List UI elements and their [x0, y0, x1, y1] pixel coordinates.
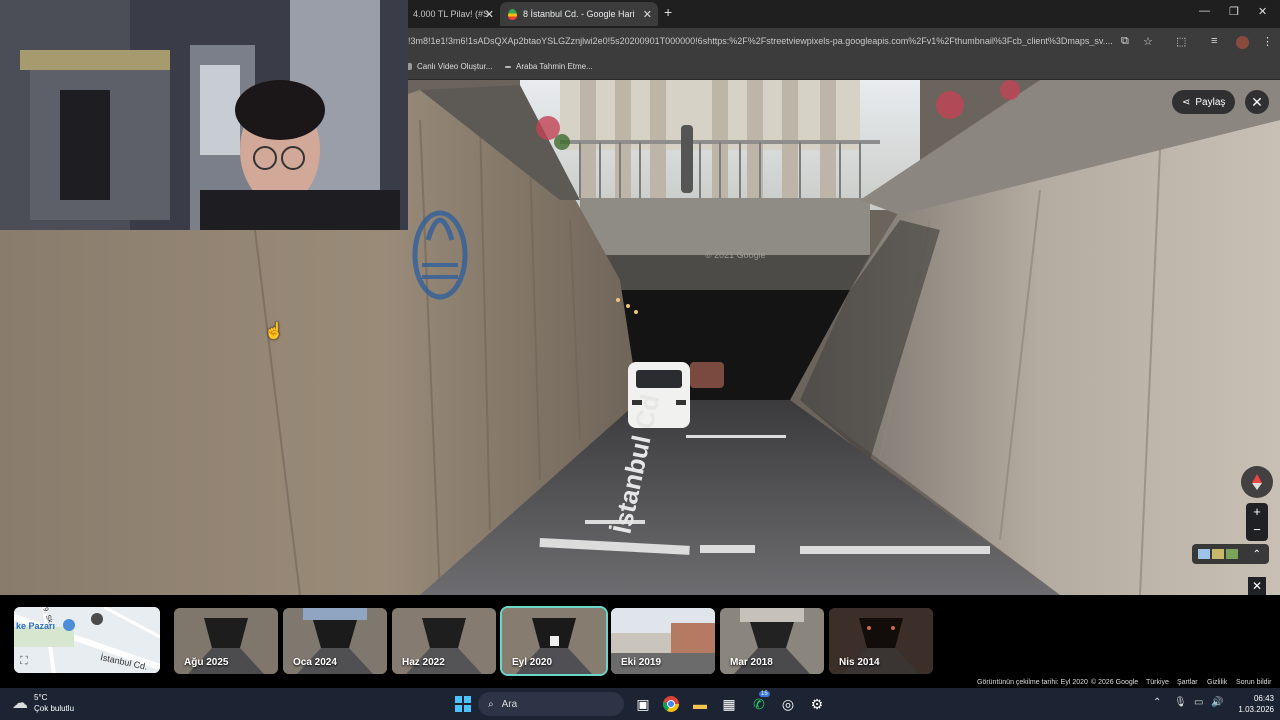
close-tab-icon[interactable]: ✕	[643, 8, 652, 21]
start-windows-icon[interactable]	[452, 693, 474, 715]
timeline-date-label: Oca 2024	[293, 657, 337, 668]
minimize-icon[interactable]: —	[1199, 5, 1210, 17]
bookmark-item[interactable]: Canlı Video Oluştur...	[405, 62, 492, 71]
layers-toggle[interactable]: ⌃	[1192, 544, 1269, 564]
street-view-timeline: ke Pazarı İstanbul Cd. 79. Sk. ⛶ Ağu 202…	[0, 595, 1280, 688]
webcam-image	[0, 0, 408, 230]
weather-condition: Çok bulutlu	[34, 704, 75, 713]
chrome-icon[interactable]	[660, 693, 682, 715]
notification-badge: 15	[759, 691, 770, 697]
weather-widget[interactable]: ☁ 5°C Çok bulutlu	[12, 692, 74, 714]
layer-swatch	[1198, 549, 1210, 559]
clock-date: 1.03.2026	[1238, 705, 1274, 714]
system-clock[interactable]: 06:43 1.03.2026	[1232, 693, 1274, 715]
google-maps-favicon-icon	[508, 8, 517, 20]
close-window-icon[interactable]: ✕	[1258, 5, 1267, 18]
extensions-icon[interactable]: ⬚	[1176, 35, 1186, 48]
clock-time: 06:43	[1253, 694, 1274, 703]
bookmark-favicon-icon	[505, 65, 511, 68]
bookmark-star-icon[interactable]: ☆	[1143, 35, 1153, 48]
cloudy-weather-icon: ☁	[12, 695, 28, 712]
timeline-date-label: Mar 2018	[730, 657, 773, 668]
minimap[interactable]: ke Pazarı İstanbul Cd. 79. Sk. ⛶	[14, 607, 160, 673]
share-icon: ⋖	[1182, 96, 1191, 108]
browser-tab-maps[interactable]: 8 İstanbul Cd. - Google Haritalar ✕	[500, 2, 658, 26]
capture-date-text: Görüntünün çekilme tarihi: Eyl 2020	[977, 679, 1088, 686]
timeline-thumbnail[interactable]: Eki 2019	[611, 608, 715, 674]
timeline-date-label: Haz 2022	[402, 657, 445, 668]
show-hidden-icons-icon[interactable]: ⌃	[1153, 697, 1161, 708]
steam-icon[interactable]: ⚙	[806, 693, 828, 715]
timeline-thumbnail[interactable]: Mar 2018	[720, 608, 824, 674]
timeline-thumbnail[interactable]: Ağu 2025	[174, 608, 278, 674]
webcam-overlay	[0, 0, 408, 230]
browser-tab-pilav[interactable]: 4.000 TL Pilav! (#S ✕	[405, 2, 500, 26]
country-link[interactable]: Türkiye	[1146, 679, 1169, 686]
weather-temperature: 5°C	[34, 693, 48, 702]
search-placeholder: Ara	[501, 698, 518, 710]
zoom-in-icon[interactable]: +	[1246, 503, 1268, 521]
report-problem-link[interactable]: Sorun bildir	[1236, 679, 1271, 686]
copyright-text: © 2026 Google	[1091, 679, 1139, 686]
new-tab-icon[interactable]: +	[664, 4, 672, 20]
compass-needle-icon	[1252, 474, 1262, 490]
address-bar-url[interactable]: !3m8!1e1!3m6!1sADsQXAp2btaoYSLGZznjlwi2e…	[408, 36, 1113, 46]
profile-avatar[interactable]	[1236, 36, 1249, 49]
timeline-date-label: Eki 2019	[621, 657, 662, 668]
tab-title: 4.000 TL Pilav! (#S	[413, 9, 490, 19]
zoom-out-icon[interactable]: −	[1246, 521, 1268, 539]
taskbar-search[interactable]: ⌕ Ara	[478, 692, 624, 716]
search-icon: ⌕	[488, 698, 494, 710]
mouse-cursor-icon: ☝	[264, 323, 284, 340]
timeline-date-label: Eyl 2020	[512, 657, 553, 668]
timeline-date-label: Ağu 2025	[184, 657, 229, 668]
microphone-icon[interactable]: 🎙	[1174, 697, 1187, 708]
volume-icon[interactable]: 🔊	[1211, 697, 1223, 708]
zoom-control: + −	[1246, 503, 1268, 541]
share-button[interactable]: ⋖ Paylaş	[1172, 90, 1236, 114]
privacy-link[interactable]: Gizlilik	[1207, 679, 1227, 686]
terms-link[interactable]: Şartlar	[1177, 679, 1198, 686]
expand-up-icon[interactable]: ⌃	[1253, 549, 1261, 560]
close-street-view-button[interactable]: ✕	[1245, 90, 1269, 114]
timeline-thumbnail[interactable]: Haz 2022	[392, 608, 496, 674]
fullscreen-icon[interactable]: ⛶	[20, 655, 28, 668]
install-app-icon[interactable]: ⧉	[1121, 35, 1129, 48]
app-icon[interactable]: ◎	[777, 693, 799, 715]
close-timeline-button[interactable]: ✕	[1248, 577, 1266, 595]
timeline-thumbnail-selected[interactable]: Eyl 2020	[500, 606, 608, 676]
layer-swatch	[1212, 549, 1224, 559]
network-icon[interactable]: ▭	[1194, 697, 1203, 708]
timeline-date-label: Nis 2014	[839, 657, 880, 668]
bookmark-item[interactable]: Araba Tahmin Etme...	[505, 62, 593, 71]
street-view-watermark: © 2021 Google	[705, 250, 766, 260]
timeline-thumbnail[interactable]: Nis 2014	[829, 608, 933, 674]
bookmark-label: Canlı Video Oluştur...	[417, 62, 493, 71]
windows-taskbar: ☁ 5°C Çok bulutlu ⌕ Ara ▣ ▬ ▦ ✆ 15 ◎ ⚙ ⌃…	[0, 688, 1280, 720]
tab-title: 8 İstanbul Cd. - Google Haritalar	[523, 9, 635, 19]
microsoft-store-icon[interactable]: ▦	[718, 693, 740, 715]
task-view-icon[interactable]: ▣	[632, 693, 654, 715]
close-tab-icon[interactable]: ✕	[485, 8, 494, 21]
restore-icon[interactable]: ❐	[1229, 5, 1239, 18]
media-controls-icon[interactable]: ≡	[1211, 35, 1217, 47]
chrome-menu-icon[interactable]: ⋮	[1262, 35, 1273, 48]
bookmark-label: Araba Tahmin Etme...	[516, 62, 593, 71]
file-explorer-icon[interactable]: ▬	[689, 693, 711, 715]
compass-icon[interactable]	[1241, 466, 1273, 498]
share-label: Paylaş	[1195, 96, 1226, 108]
layer-swatch	[1226, 549, 1238, 559]
timeline-thumbnail[interactable]: Oca 2024	[283, 608, 387, 674]
